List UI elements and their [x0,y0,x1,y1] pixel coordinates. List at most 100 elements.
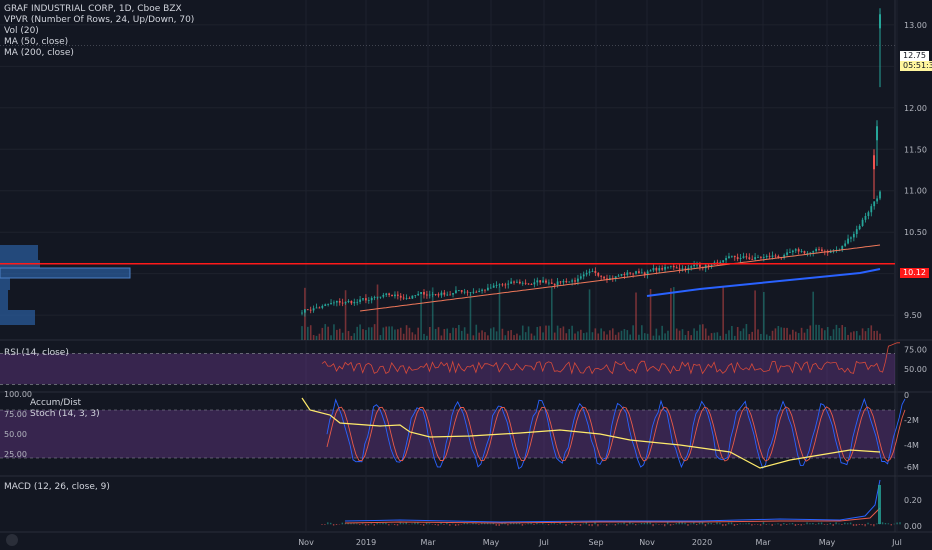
macd-histogram-bar [849,522,852,525]
candle-body [815,248,818,252]
volume-bar [434,328,437,340]
volume-bar [426,335,428,340]
macd-histogram-bar [669,524,672,526]
vpvr-bar [0,310,35,325]
macd-histogram-bar [800,524,802,526]
candle-body [635,271,637,274]
macd-histogram-bar [588,524,590,526]
volume-bar [327,326,329,340]
macd-histogram-bar [725,524,727,526]
volume-bar [539,326,541,340]
volume-bar [792,329,794,340]
volume-bar [722,286,724,340]
candle-body [370,297,373,301]
volume-bar [423,333,425,340]
macd-histogram-bar [707,522,710,525]
macd-histogram-bar [542,523,544,525]
candle-body [455,290,457,294]
time-tick-label: Jul [891,538,902,547]
volume-bar [652,335,655,340]
macd-histogram-bar [870,524,872,526]
candle-body [301,312,303,314]
candle-body [513,281,515,283]
spike-candle-body [873,155,875,170]
legend-ma50: MA (50, close) [4,37,69,47]
candle-body [315,307,318,309]
macd-histogram-bar [617,523,619,525]
volume-bar [417,327,419,340]
macd-histogram-bar [632,523,634,525]
volume-bar [524,332,527,340]
macd-histogram-bar [350,523,352,525]
macd-histogram-bar [658,524,660,525]
candle-body [466,291,469,293]
candle-body [568,281,571,283]
volume-bar [728,330,730,340]
macd-histogram-bar [582,523,585,525]
volume-bar [356,326,358,340]
candle-body [626,272,629,275]
volume-bar [693,328,695,340]
macd-histogram-bar [382,522,384,525]
macd-histogram-bar [585,522,588,525]
volume-bar [370,327,373,340]
volume-bar [446,328,449,340]
candle-body [861,219,864,226]
volume-bar [617,332,620,340]
macd-histogram-bar [649,522,651,525]
volume-bar [472,335,475,340]
macd-histogram-bar [388,524,390,526]
price-tick-label: 9.50 [904,311,922,320]
volume-bar [455,328,457,340]
candle-body [579,276,582,279]
candle-body [524,282,527,284]
candle-body [786,252,788,255]
macd-histogram-bar [820,522,823,525]
chart-title: GRAF INDUSTRIAL CORP, 1D, Cboe BZX [4,4,182,14]
volume-bar [394,329,396,340]
volume-bar [725,333,727,340]
volume-bar [672,287,675,340]
candle-body [844,243,847,246]
candle-body [797,249,800,252]
candle-body [643,272,646,275]
macd-histogram-bar [809,523,811,525]
volume-bar [521,325,524,340]
macd-histogram-bar [495,524,497,526]
volume-bar [330,335,332,340]
volume-bar [338,328,341,340]
candle-body [347,300,350,302]
macd-histogram-bar [771,524,773,526]
macd-histogram-bar [614,524,617,526]
candle-body [452,293,454,295]
macd-histogram-bar [754,524,756,525]
macd-histogram-bar [356,523,358,525]
volume-bar [550,286,553,340]
volume-bar [484,332,486,340]
candle-body [367,300,370,301]
volume-bar [783,327,785,340]
volume-bar [626,330,629,340]
volume-bar [440,335,443,340]
candle-body [571,280,574,282]
volume-bar [365,330,367,340]
candle-body [736,257,739,259]
volume-bar [321,327,324,340]
macd-histogram-bar [376,523,378,525]
macd-histogram-bar [547,524,550,526]
candle-body [699,264,701,267]
macd-histogram-bar [858,524,861,526]
volume-bar [574,333,576,340]
volume-bar [545,325,547,340]
macd-histogram-bar [434,524,436,526]
candle-body [768,255,771,257]
candle-body [423,292,425,295]
volume-bar [402,333,405,340]
candle-body [800,251,803,252]
volume-bar [879,333,881,340]
volume-bar [449,333,451,340]
candle-body [507,283,510,285]
macd-histogram-bar [736,524,739,525]
candle-body [664,266,666,270]
volume-bar [824,330,826,340]
